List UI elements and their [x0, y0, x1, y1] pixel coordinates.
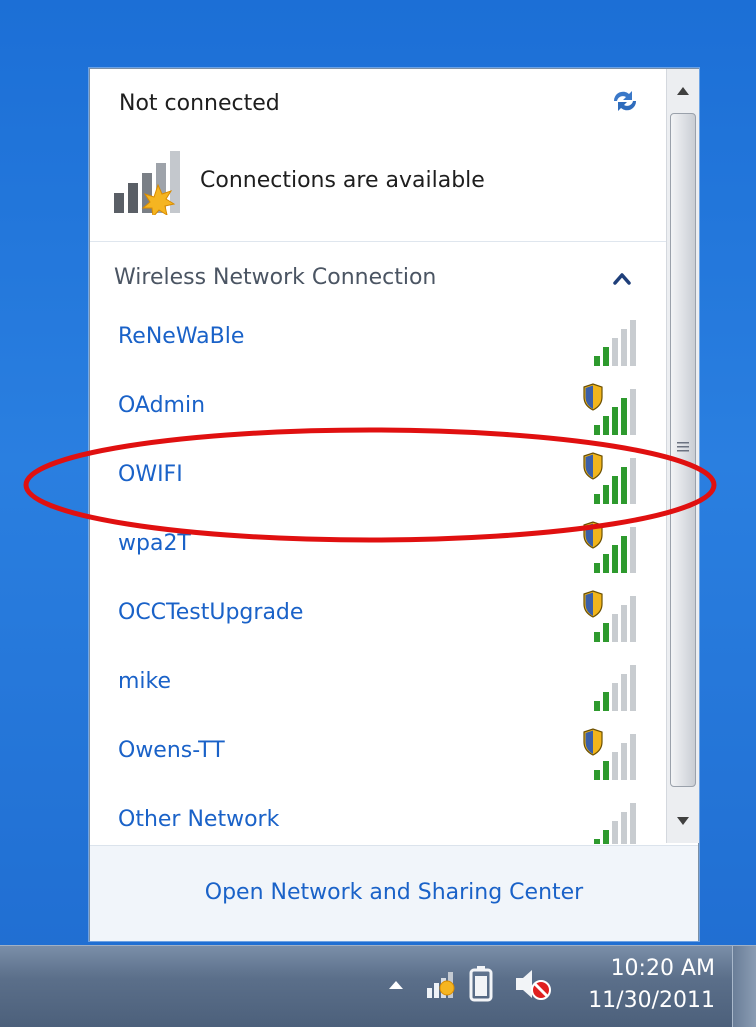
signal-bar — [630, 389, 636, 435]
signal-bar — [621, 329, 627, 366]
network-name: Owens-TT — [118, 738, 225, 763]
signal-bar — [621, 743, 627, 780]
signal-strength-icon — [594, 803, 636, 844]
divider — [90, 241, 666, 242]
signal-strength-icon — [583, 728, 636, 780]
network-item[interactable]: Other Network — [90, 797, 666, 844]
signal-bar — [594, 632, 600, 642]
network-item[interactable]: mike — [90, 659, 666, 727]
network-item[interactable]: Owens-TT — [90, 728, 666, 796]
signal-bar — [603, 761, 609, 780]
network-name: OWIFI — [118, 462, 183, 487]
shield-icon — [583, 590, 603, 618]
status-title: Not connected — [119, 91, 280, 116]
signal-bar — [612, 545, 618, 573]
signal-bar — [630, 527, 636, 573]
connections-available-text: Connections are available — [200, 168, 485, 193]
signal-bar — [621, 536, 627, 573]
footer: Open Network and Sharing Center — [90, 845, 698, 941]
signal-bar — [630, 734, 636, 780]
battery-icon[interactable] — [468, 964, 494, 1004]
scroll-up-arrow-icon[interactable] — [669, 73, 697, 109]
signal-bar — [594, 701, 600, 711]
signal-bar — [612, 752, 618, 780]
signal-bar — [594, 356, 600, 366]
network-item[interactable]: ReNeWaBle — [90, 314, 666, 382]
network-item[interactable]: OWIFI — [90, 452, 666, 520]
volume-muted-icon[interactable] — [512, 966, 552, 1002]
scroll-thumb[interactable] — [670, 113, 696, 787]
network-name: wpa2T — [118, 531, 191, 556]
signal-bar — [594, 425, 600, 435]
signal-bar — [630, 803, 636, 844]
signal-bar — [621, 605, 627, 642]
signal-bar — [603, 692, 609, 711]
chevron-up-icon[interactable] — [610, 269, 634, 289]
signal-bar — [603, 347, 609, 366]
section-label: Wireless Network Connection — [114, 265, 437, 290]
signal-star-icon — [114, 151, 180, 215]
signal-bar — [612, 476, 618, 504]
signal-bar — [594, 839, 600, 844]
signal-bar — [594, 494, 600, 504]
signal-bar — [612, 407, 618, 435]
signal-bar — [603, 416, 609, 435]
signal-bar — [630, 596, 636, 642]
signal-bar — [621, 812, 627, 844]
signal-bar — [603, 830, 609, 844]
network-item[interactable]: OAdmin — [90, 383, 666, 451]
signal-strength-icon — [583, 521, 636, 573]
signal-bar — [594, 770, 600, 780]
shield-icon — [583, 452, 603, 480]
network-name: mike — [118, 669, 172, 694]
signal-bar — [621, 398, 627, 435]
signal-bar — [612, 338, 618, 366]
network-name: Other Network — [118, 807, 280, 832]
network-item[interactable]: OCCTestUpgrade — [90, 590, 666, 658]
signal-bar — [612, 614, 618, 642]
scroll-down-arrow-icon[interactable] — [669, 803, 697, 839]
signal-bar — [603, 623, 609, 642]
signal-strength-icon — [583, 383, 636, 435]
signal-bar — [630, 665, 636, 711]
signal-bar — [603, 554, 609, 573]
network-name: OAdmin — [118, 393, 206, 418]
signal-bar — [594, 563, 600, 573]
tray-network-icon[interactable] — [425, 966, 459, 1000]
signal-strength-icon — [583, 590, 636, 642]
refresh-icon[interactable] — [608, 87, 642, 115]
open-network-sharing-center-link[interactable]: Open Network and Sharing Center — [90, 880, 698, 905]
taskbar: 10:20 AM 11/30/2011 — [0, 945, 756, 1027]
signal-strength-icon — [594, 320, 636, 366]
grip-icon — [677, 442, 689, 452]
signal-bar — [621, 467, 627, 504]
connection-status: Not connected Connections are available — [90, 69, 666, 239]
shield-icon — [583, 728, 603, 756]
clock-time[interactable]: 10:20 AM — [565, 956, 715, 981]
signal-bar — [603, 485, 609, 504]
show-hidden-icons-arrow-icon[interactable] — [385, 976, 407, 994]
network-popup: Not connected Connections are available … — [89, 68, 699, 941]
clock-date[interactable]: 11/30/2011 — [565, 988, 715, 1013]
network-name: ReNeWaBle — [118, 324, 245, 349]
signal-bar — [621, 674, 627, 711]
signal-bar — [612, 821, 618, 844]
shield-icon — [583, 383, 603, 411]
scrollbar[interactable] — [666, 69, 699, 843]
signal-bar — [630, 458, 636, 504]
signal-strength-icon — [594, 665, 636, 711]
signal-bar — [612, 683, 618, 711]
shield-icon — [583, 521, 603, 549]
network-list: ReNeWaBle OAdmin OWIFI wpa2T OCCTestUpgrade m… — [90, 314, 666, 844]
signal-strength-icon — [583, 452, 636, 504]
show-desktop-button[interactable] — [732, 946, 756, 1027]
network-item[interactable]: wpa2T — [90, 521, 666, 589]
signal-bar — [630, 320, 636, 366]
wireless-section-header[interactable]: Wireless Network Connection — [90, 259, 666, 299]
network-name: OCCTestUpgrade — [118, 600, 304, 625]
